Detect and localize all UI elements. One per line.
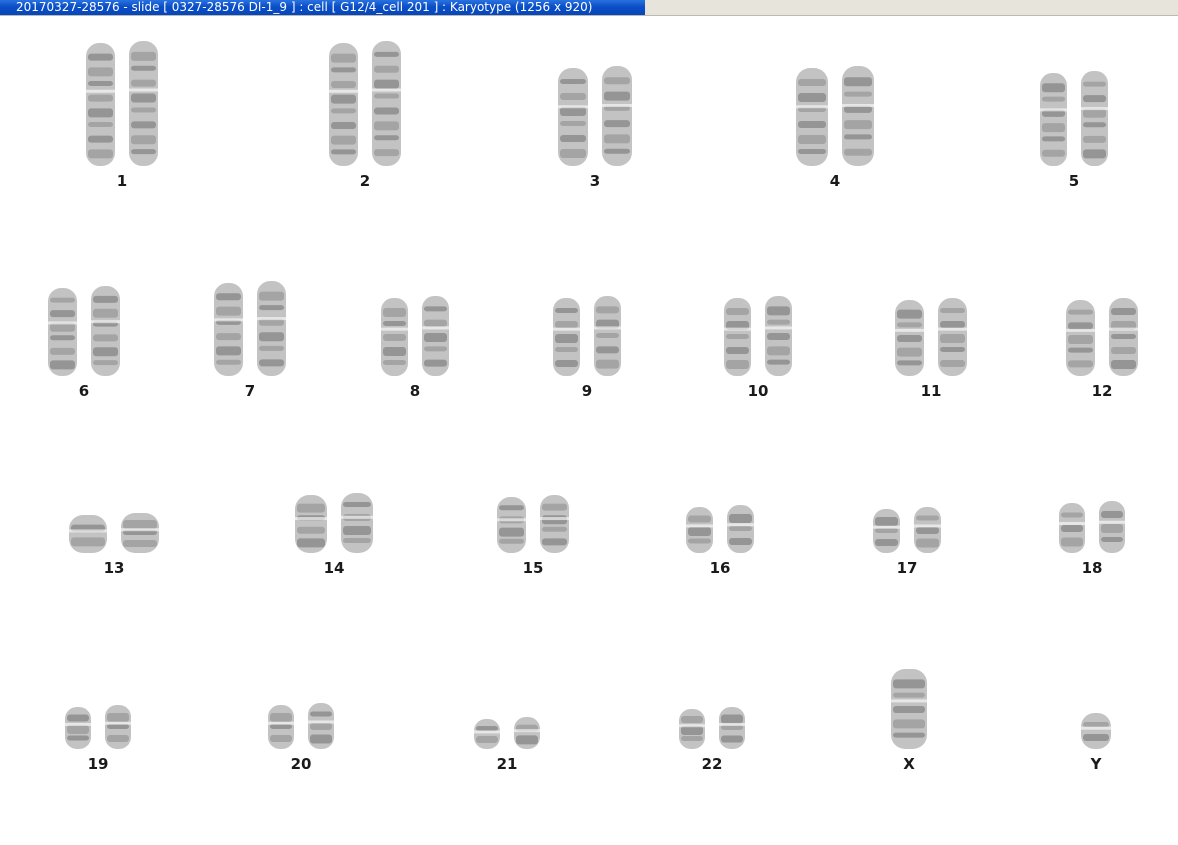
- chromosome-20-b[interactable]: [307, 703, 335, 749]
- chromosome-image[interactable]: [890, 296, 972, 378]
- chromosome-label: 4: [829, 172, 841, 190]
- chromosome-label: 10: [747, 382, 769, 400]
- chromosome-label: 13: [103, 559, 125, 577]
- chromosome-image[interactable]: [263, 701, 339, 751]
- chromosome-5-a[interactable]: [1039, 73, 1068, 166]
- chromosome-label: 21: [496, 755, 518, 773]
- chromosome-label: 20: [290, 755, 312, 773]
- chromosome-image[interactable]: [868, 505, 946, 555]
- chromosome-label: 15: [522, 559, 544, 577]
- chromosome-10-b[interactable]: [764, 296, 793, 376]
- chromosome-image[interactable]: [886, 667, 932, 751]
- chromosome-19-b[interactable]: [104, 705, 132, 749]
- chromosome-label: X: [903, 755, 915, 773]
- chromosome-image[interactable]: [1035, 69, 1113, 168]
- window-titlebar[interactable]: 20170327-28576 - slide [ 0327-28576 DI-1…: [0, 0, 1178, 16]
- chromosome-image[interactable]: [60, 703, 136, 751]
- chromosome-2-b[interactable]: [371, 41, 402, 166]
- chromosome-label: 8: [409, 382, 421, 400]
- chromosome-label: 6: [78, 382, 90, 400]
- chromosome-4-b[interactable]: [841, 66, 875, 166]
- chromosome-image[interactable]: [290, 491, 378, 555]
- chromosome-17-b[interactable]: [913, 507, 942, 553]
- chromosome-16-a[interactable]: [685, 507, 714, 553]
- chromosome-label: 1: [116, 172, 128, 190]
- chromosome-image[interactable]: [1054, 499, 1130, 555]
- chromosome-21-a[interactable]: [473, 719, 501, 749]
- chromosome-image[interactable]: [81, 39, 163, 168]
- chromosome-8-a[interactable]: [380, 298, 409, 376]
- chromosome-6-b[interactable]: [90, 286, 121, 376]
- chromosome-x[interactable]: [890, 669, 928, 749]
- chromosome-20-a[interactable]: [267, 705, 295, 749]
- chromosome-image[interactable]: [64, 511, 164, 555]
- chromosome-2-a[interactable]: [328, 43, 359, 166]
- chromosome-3-a[interactable]: [557, 68, 589, 166]
- karyogram-canvas: 1 2 3 4 5 6 7 8 9 10 11 12 13 14 15 16 17 18 19 20 21 22 X Y: [0, 16, 1178, 845]
- chromosome-16-b[interactable]: [726, 505, 755, 553]
- chromosome-18-a[interactable]: [1058, 503, 1086, 553]
- chromosome-image[interactable]: [376, 294, 454, 378]
- chromosome-14-a[interactable]: [294, 495, 328, 553]
- chromosome-13-a[interactable]: [68, 515, 108, 553]
- chromosome-18-b[interactable]: [1098, 501, 1126, 553]
- chromosome-label: 3: [589, 172, 601, 190]
- window-title: 20170327-28576 - slide [ 0327-28576 DI-1…: [0, 0, 645, 15]
- chromosome-17-a[interactable]: [872, 509, 901, 553]
- chromosome-22-a[interactable]: [678, 709, 706, 749]
- chromosome-label: Y: [1090, 755, 1102, 773]
- chromosome-image[interactable]: [674, 705, 750, 751]
- chromosome-image[interactable]: [719, 294, 797, 378]
- chromosome-image[interactable]: [492, 493, 574, 555]
- chromosome-14-b[interactable]: [340, 493, 374, 553]
- chromosome-label: 14: [323, 559, 345, 577]
- chromosome-11-b[interactable]: [937, 298, 968, 376]
- chromosome-3-b[interactable]: [601, 66, 633, 166]
- chromosome-10-a[interactable]: [723, 298, 752, 376]
- chromosome-8-b[interactable]: [421, 296, 450, 376]
- chromosome-image[interactable]: [469, 715, 545, 751]
- chromosome-label: 17: [896, 559, 918, 577]
- chromosome-image[interactable]: [43, 284, 125, 378]
- chromosome-21-b[interactable]: [513, 717, 541, 749]
- chromosome-label: 5: [1068, 172, 1080, 190]
- chromosome-5-b[interactable]: [1080, 71, 1109, 166]
- chromosome-12-b[interactable]: [1108, 298, 1139, 376]
- chromosome-image[interactable]: [1061, 296, 1143, 378]
- chromosome-19-a[interactable]: [64, 707, 92, 749]
- chromosome-11-a[interactable]: [894, 300, 925, 376]
- chromosome-label: 22: [701, 755, 723, 773]
- chromosome-label: 18: [1081, 559, 1103, 577]
- chromosome-7-a[interactable]: [213, 283, 244, 376]
- chromosome-9-b[interactable]: [593, 296, 622, 376]
- chromosome-image[interactable]: [548, 294, 626, 378]
- chromosome-1-a[interactable]: [85, 43, 116, 166]
- chromosome-15-b[interactable]: [539, 495, 570, 553]
- chromosome-4-a[interactable]: [795, 68, 829, 166]
- chromosome-label: 11: [920, 382, 942, 400]
- chromosome-1-b[interactable]: [128, 41, 159, 166]
- chromosome-label: 16: [709, 559, 731, 577]
- chromosome-label: 7: [244, 382, 256, 400]
- chromosome-image[interactable]: [553, 64, 637, 168]
- chromosome-6-a[interactable]: [47, 288, 78, 376]
- chromosome-9-a[interactable]: [552, 298, 581, 376]
- chromosome-label: 12: [1091, 382, 1113, 400]
- chromosome-label: 19: [87, 755, 109, 773]
- chromosome-12-a[interactable]: [1065, 300, 1096, 376]
- chromosome-image[interactable]: [681, 503, 759, 555]
- chromosome-7-b[interactable]: [256, 281, 287, 376]
- chromosome-image[interactable]: [209, 279, 291, 378]
- chromosome-label: 9: [581, 382, 593, 400]
- chromosome-image[interactable]: [1076, 713, 1116, 751]
- chromosome-label: 2: [359, 172, 371, 190]
- chromosome-y[interactable]: [1080, 713, 1112, 749]
- chromosome-image[interactable]: [791, 64, 879, 168]
- chromosome-15-a[interactable]: [496, 497, 527, 553]
- chromosome-13-b[interactable]: [120, 513, 160, 553]
- chromosome-image[interactable]: [324, 39, 406, 168]
- chromosome-22-b[interactable]: [718, 707, 746, 749]
